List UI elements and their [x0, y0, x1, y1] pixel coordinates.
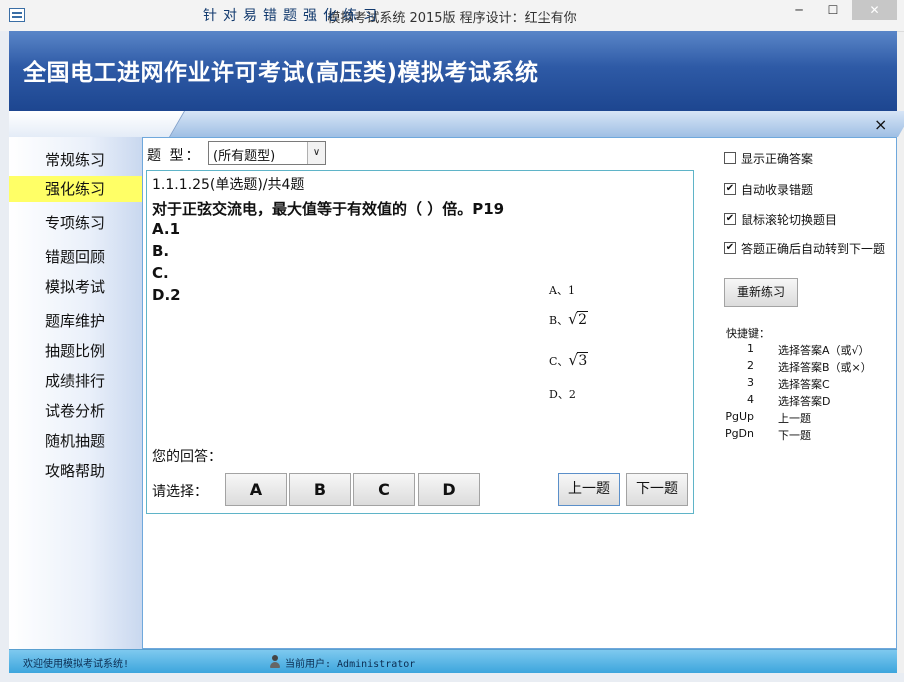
sidebar-item-bank-maintenance[interactable]: 题库维护 — [9, 308, 142, 334]
window-close-button[interactable]: ✕ — [852, 0, 897, 20]
wheel-switch-checkbox[interactable]: ✔ — [724, 213, 736, 225]
auto-collect-label: 自动收录错题 — [741, 183, 814, 197]
option-c: C. — [152, 264, 169, 282]
shortcut-key: PgUp — [725, 410, 754, 423]
next-question-button[interactable]: 下一题 — [626, 473, 688, 506]
image-option-c: C、 3 — [549, 351, 589, 369]
minimize-button[interactable]: ─ — [784, 0, 814, 20]
sidebar-item-wrong-review[interactable]: 错题回顾 — [9, 244, 142, 270]
question-text: 对于正弦交流电，最大值等于有效值的（ ）倍。P19 — [152, 200, 505, 218]
sidebar-item-draw-ratio[interactable]: 抽题比例 — [9, 338, 142, 364]
subheader-tab — [169, 111, 904, 137]
sqrt-3-radicand: 3 — [577, 352, 589, 369]
auto-collect-checkbox[interactable]: ✔ — [724, 183, 736, 195]
sidebar-item-special-practice[interactable]: 专项练习 — [9, 210, 142, 236]
sidebar-item-regular-practice[interactable]: 常规练习 — [9, 147, 142, 173]
status-bar: 欢迎使用模拟考试系统! 当前用户: Administrator — [9, 649, 897, 674]
sidebar-item-score-ranking[interactable]: 成绩排行 — [9, 368, 142, 394]
answer-d-button[interactable]: D — [418, 473, 480, 506]
question-type-select[interactable]: (所有题型) ∨ — [208, 141, 326, 165]
sidebar-item-random-draw[interactable]: 随机抽题 — [9, 428, 142, 454]
status-welcome: 欢迎使用模拟考试系统! — [23, 659, 130, 670]
sqrt-2: 2 — [568, 310, 589, 328]
image-option-b: B、 2 — [549, 310, 589, 328]
maximize-button[interactable]: ☐ — [818, 0, 848, 20]
shortcut-desc: 上一题 — [778, 412, 811, 425]
prev-question-button[interactable]: 上一题 — [558, 473, 620, 506]
shortcut-key: 1 — [747, 342, 754, 355]
show-answer-label: 显示正确答案 — [741, 152, 814, 166]
subheader-band — [9, 111, 904, 137]
image-option-d: D、2 — [549, 388, 576, 401]
window-bottom-frame — [0, 673, 904, 682]
form-close-button[interactable]: × — [874, 115, 887, 134]
app-header: 全国电工进网作业许可考试(高压类)模拟考试系统 — [9, 31, 897, 111]
chevron-down-icon[interactable]: ∨ — [307, 142, 325, 164]
shortcut-key: 4 — [747, 393, 754, 406]
wheel-switch-label: 鼠标滚轮切换题目 — [741, 213, 838, 227]
question-type-value: (所有题型) — [213, 149, 276, 164]
option-d: D.2 — [152, 286, 181, 304]
window-left-frame — [0, 31, 9, 682]
shortcuts-title: 快捷键： — [726, 327, 770, 340]
sidebar-item-intensive-practice[interactable]: 强化练习 — [9, 176, 142, 202]
status-current-user: 当前用户: Administrator — [285, 659, 416, 670]
auto-next-checkbox[interactable]: ✔ — [724, 242, 736, 254]
sidebar-item-mock-exam[interactable]: 模拟考试 — [9, 274, 142, 300]
answer-a-button[interactable]: A — [225, 473, 287, 506]
shortcut-key: PgDn — [724, 427, 754, 440]
window-title: 模拟考试系统 2015版 程序设计：红尘有你 — [327, 11, 577, 26]
retry-practice-button[interactable]: 重新练习 — [724, 278, 798, 307]
sidebar-item-paper-analysis[interactable]: 试卷分析 — [9, 398, 142, 424]
sidebar-item-help[interactable]: 攻略帮助 — [9, 458, 142, 484]
shortcut-desc: 选择答案D — [778, 395, 831, 408]
image-option-b-prefix: B、 — [549, 314, 569, 327]
question-box — [146, 170, 694, 514]
image-option-c-prefix: C、 — [549, 355, 569, 368]
shortcut-key: 2 — [747, 359, 754, 372]
option-a: A.1 — [152, 220, 181, 238]
app-header-title: 全国电工进网作业许可考试(高压类)模拟考试系统 — [23, 60, 539, 86]
choose-label: 请选择： — [152, 484, 208, 500]
shortcut-desc: 选择答案B（或×） — [778, 361, 872, 374]
sqrt-2-radicand: 2 — [577, 311, 589, 328]
shortcut-desc: 下一题 — [778, 429, 811, 442]
shortcut-key: 3 — [747, 376, 754, 389]
answer-b-button[interactable]: B — [289, 473, 351, 506]
option-b: B. — [152, 242, 170, 260]
question-type-label: 题 型： — [147, 148, 202, 164]
sqrt-3: 3 — [568, 351, 589, 369]
user-icon — [270, 655, 280, 668]
your-answer-label: 您的回答： — [152, 449, 222, 465]
sidebar-nav: 常规练习 强化练习 专项练习 错题回顾 模拟考试 题库维护 抽题比例 成绩排行 … — [9, 137, 142, 649]
form-title: 针对易错题强化练习 — [203, 8, 383, 24]
question-number: 1.1.1.25(单选题)/共4题 — [152, 177, 305, 193]
auto-next-label: 答题正确后自动转到下一题 — [741, 242, 886, 256]
answer-c-button[interactable]: C — [353, 473, 415, 506]
shortcut-desc: 选择答案C — [778, 378, 830, 391]
show-answer-checkbox[interactable] — [724, 152, 736, 164]
app-window: 模拟考试系统 2015版 程序设计：红尘有你 ─ ☐ ✕ 全国电工进网作业许可考… — [0, 0, 904, 682]
shortcut-desc: 选择答案A（或√） — [778, 344, 870, 357]
image-option-a: A、1 — [549, 284, 575, 297]
title-bar: 模拟考试系统 2015版 程序设计：红尘有你 ─ ☐ ✕ — [0, 0, 904, 32]
